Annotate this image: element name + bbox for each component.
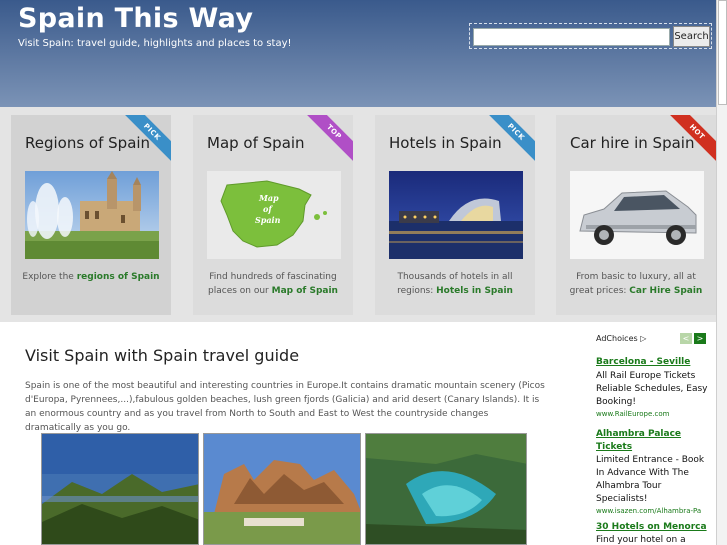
spain-map-image[interactable]: Map of Spain (207, 171, 341, 259)
card-regions[interactable]: Regions of Spain PICK Explore the region… (11, 115, 171, 315)
scrollbar[interactable] (716, 0, 727, 545)
card-description: Explore the regions of Spain (19, 270, 163, 284)
card-title[interactable]: Regions of Spain (25, 134, 150, 152)
card-desc-text: Explore the (22, 272, 74, 282)
site-header: Spain This Way Visit Spain: travel guide… (0, 0, 716, 107)
ad-title[interactable]: Alhambra Palace Tickets (596, 428, 708, 454)
features-band: Regions of Spain PICK Explore the region… (0, 107, 716, 322)
ad-url[interactable]: www.isazen.com/Alhambra-Pa (596, 506, 708, 516)
search-button[interactable]: Search (673, 26, 710, 47)
ad-item[interactable]: 30 Hotels on Menorca Find your hotel on … (596, 521, 708, 545)
ad-item[interactable]: Alhambra Palace Tickets Limited Entrance… (596, 428, 708, 516)
hotels-image[interactable] (389, 171, 523, 259)
ad-title[interactable]: Barcelona - Seville (596, 356, 708, 369)
map-label: Spain (255, 215, 281, 225)
photo-rocks[interactable] (203, 433, 361, 545)
ad-next-button[interactable]: > (694, 333, 706, 344)
adchoices-text[interactable]: AdChoices (596, 334, 638, 343)
ad-url[interactable]: www.RailEurope.com (596, 409, 708, 419)
badge-top: TOP (300, 115, 353, 166)
main-title: Visit Spain with Spain travel guide (25, 346, 300, 365)
regions-link[interactable]: regions of Spain (77, 272, 160, 282)
card-description: Find hundreds of fascinating places on o… (201, 270, 345, 298)
card-title[interactable]: Map of Spain (207, 134, 305, 152)
car-image[interactable] (570, 171, 704, 259)
card-title[interactable]: Hotels in Spain (389, 134, 502, 152)
intro-paragraph: Spain is one of the most beautiful and i… (25, 381, 545, 433)
card-description: From basic to luxury, all at great price… (564, 270, 708, 298)
site-title[interactable]: Spain This Way (18, 3, 253, 34)
map-label: Map (258, 193, 279, 203)
card-car-hire[interactable]: Car hire in Spain HOT From basic to luxu… (556, 115, 716, 315)
card-title[interactable]: Car hire in Spain (570, 134, 694, 152)
ad-title[interactable]: 30 Hotels on Menorca (596, 521, 708, 534)
car-hire-link[interactable]: Car Hire Spain (629, 286, 702, 296)
adchoices-icon[interactable]: ▷ (640, 334, 646, 343)
search-input[interactable] (473, 28, 670, 46)
scrollbar-thumb[interactable] (718, 0, 727, 105)
photo-mountains[interactable] (41, 433, 199, 545)
photo-cove[interactable] (365, 433, 527, 545)
card-hotels[interactable]: Hotels in Spain PICK Thousands of hotels… (375, 115, 535, 315)
ad-text: Limited Entrance - Book In Advance With … (596, 455, 705, 504)
map-link[interactable]: Map of Spain (272, 286, 338, 296)
ad-text: Find your hotel on a map. (596, 535, 686, 545)
hotels-link[interactable]: Hotels in Spain (436, 286, 513, 296)
regions-image[interactable] (25, 171, 159, 259)
adchoices-label[interactable]: AdChoices ▷ (596, 334, 646, 343)
card-map[interactable]: Map of Spain TOP Map of Spain Find hundr… (193, 115, 353, 315)
search-form: Search (469, 23, 712, 49)
site-tagline: Visit Spain: travel guide, highlights an… (18, 38, 292, 49)
ad-prev-button[interactable]: < (680, 333, 692, 344)
card-description: Thousands of hotels in all regions: Hote… (383, 270, 527, 298)
ad-item[interactable]: Barcelona - Seville All Rail Europe Tick… (596, 356, 708, 419)
ad-text: All Rail Europe Tickets Reliable Schedul… (596, 371, 708, 407)
